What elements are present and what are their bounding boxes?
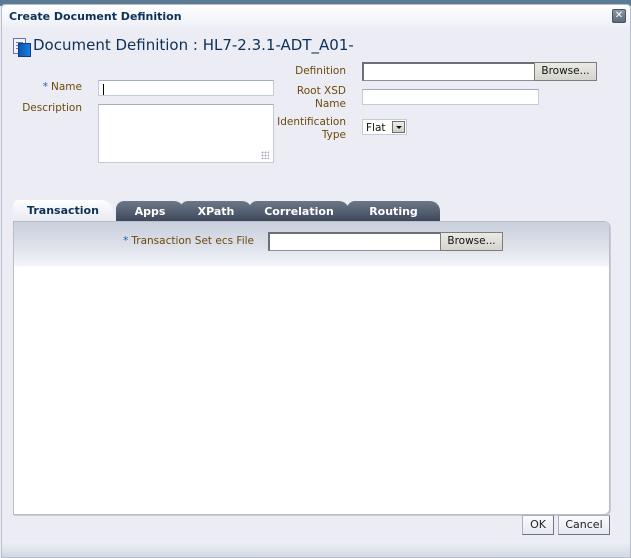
document-definition-icon — [12, 38, 31, 57]
resize-handle-icon[interactable] — [261, 151, 269, 159]
dialog-title: Create Document Definition — [9, 10, 182, 23]
transaction-set-ecs-file-input[interactable] — [268, 232, 441, 251]
transaction-set-ecs-label: * Transaction Set ecs File — [123, 235, 254, 247]
identification-type-label: Identification Type — [277, 116, 346, 141]
tab-xpath[interactable]: XPath — [180, 201, 252, 221]
tab-bar: Transaction Apps XPath Correlation Routi… — [13, 200, 613, 222]
description-label: Description — [22, 102, 82, 114]
dialog-footer — [2, 541, 630, 557]
identification-type-select[interactable]: Flat — [362, 119, 407, 135]
page-title: Document Definition : HL7-2.3.1-ADT_A01- — [33, 36, 354, 54]
close-button[interactable]: ✕ — [612, 9, 626, 23]
name-input[interactable] — [98, 80, 274, 96]
description-textarea[interactable] — [98, 104, 274, 163]
transaction-browse-button[interactable]: Browse... — [440, 232, 503, 251]
name-label: * Name — [42, 81, 82, 93]
close-icon: ✕ — [614, 10, 624, 21]
root-xsd-name-label: Root XSD Name — [296, 85, 346, 110]
definition-browse-button[interactable]: Browse... — [534, 62, 597, 81]
dialog-titlebar: Create Document Definition ✕ — [2, 5, 630, 27]
required-marker: * — [42, 81, 49, 93]
root-xsd-name-input[interactable] — [362, 89, 539, 105]
tab-panel-transaction: * Transaction Set ecs File Browse... — [13, 221, 610, 515]
create-document-definition-dialog: Create Document Definition ✕ Document De… — [1, 4, 631, 558]
definition-label: Definition — [295, 65, 346, 77]
tab-correlation[interactable]: Correlation — [249, 201, 349, 221]
tab-apps[interactable]: Apps — [116, 201, 184, 221]
identification-type-value: Flat — [366, 122, 386, 134]
chevron-down-icon[interactable] — [392, 121, 405, 133]
text-cursor — [103, 84, 104, 95]
cancel-button[interactable]: Cancel — [558, 515, 610, 535]
tab-transaction[interactable]: Transaction — [13, 200, 113, 222]
tab-routing[interactable]: Routing — [347, 201, 440, 221]
definition-file-input[interactable] — [362, 62, 535, 81]
ok-button[interactable]: OK — [522, 515, 554, 535]
